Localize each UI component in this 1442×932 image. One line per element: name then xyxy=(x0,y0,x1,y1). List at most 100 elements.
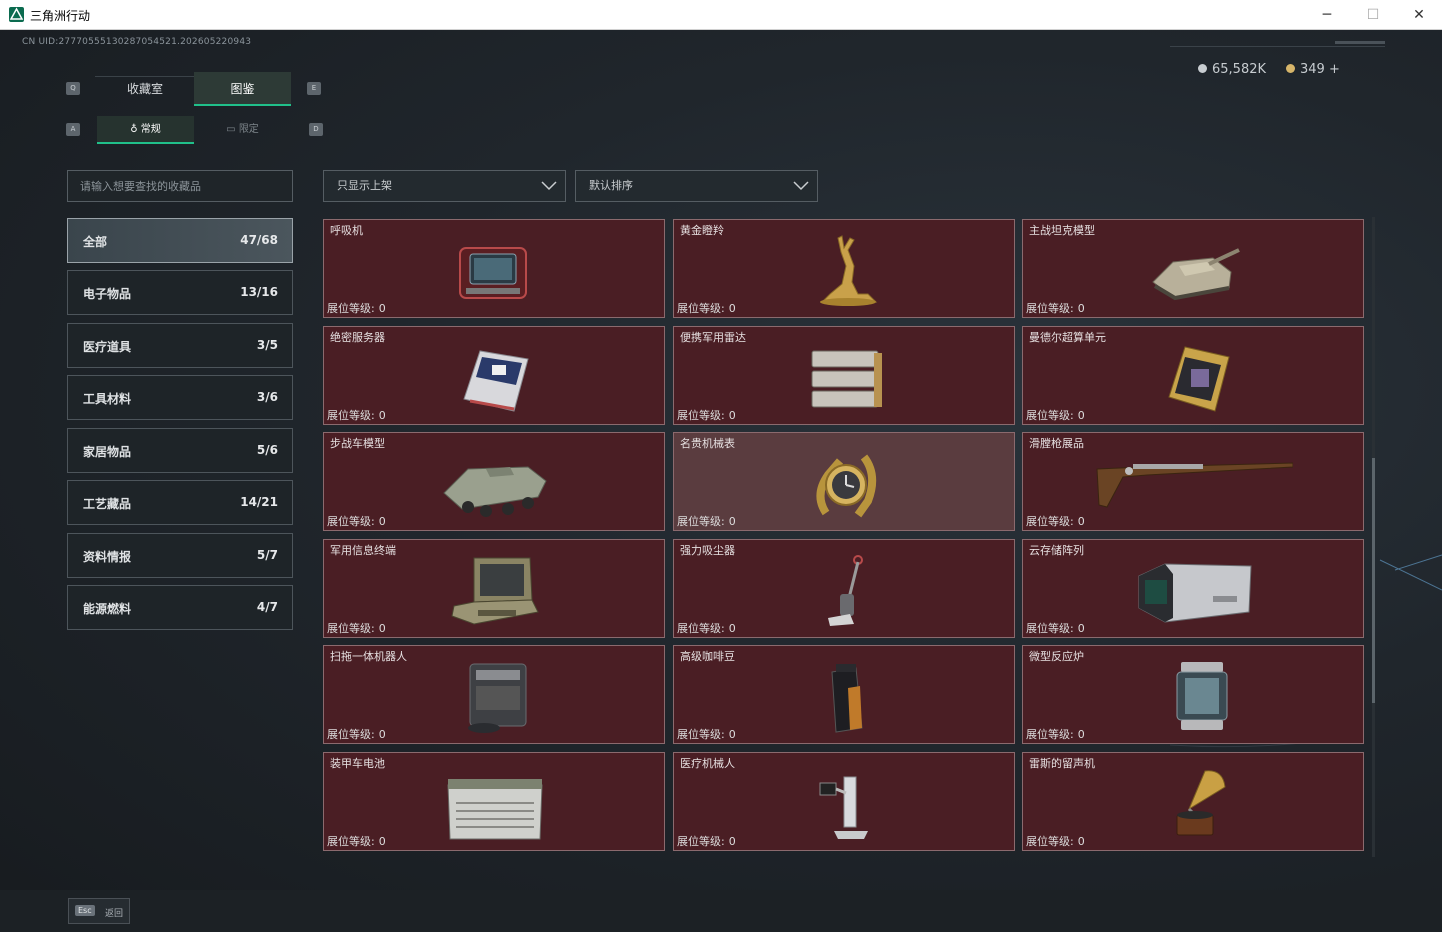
key-hint-q: Q xyxy=(66,82,80,95)
item-level: 展位等级: 0 xyxy=(327,728,386,741)
radar-icon xyxy=(811,350,882,408)
search-box[interactable] xyxy=(67,170,293,202)
back-button[interactable]: Esc 返回 xyxy=(68,898,130,924)
item-card-respirator[interactable]: 呼吸机 展位等级: 0 xyxy=(323,219,665,318)
category-count: 4/7 xyxy=(256,600,278,614)
gold-coin-icon xyxy=(1286,64,1295,73)
item-name: 装甲车电池 xyxy=(330,757,385,770)
category-electronics[interactable]: 电子物品 13/16 xyxy=(67,270,293,315)
minimize-button[interactable]: ─ xyxy=(1304,0,1350,30)
sort-value: 默认排序 xyxy=(589,179,633,192)
window-titlebar: 三角洲行动 ─ ☐ ✕ xyxy=(0,0,1442,30)
item-name: 主战坦克模型 xyxy=(1029,224,1095,237)
category-name: 电子物品 xyxy=(83,287,132,301)
key-hint-e: E xyxy=(307,82,321,95)
item-level: 展位等级: 0 xyxy=(327,302,386,315)
category-intel[interactable]: 资料情报 5/7 xyxy=(67,533,293,578)
key-hint-a: A xyxy=(66,123,80,136)
item-card-portable-radar[interactable]: 便携军用雷达 展位等级: 0 xyxy=(673,326,1015,425)
silver-coin-icon xyxy=(1198,64,1207,73)
item-card-micro-reactor[interactable]: 微型反应炉 展位等级: 0 xyxy=(1022,645,1364,744)
category-count: 3/6 xyxy=(256,390,278,404)
item-name: 强力吸尘器 xyxy=(680,544,735,557)
item-level: 展位等级: 0 xyxy=(677,728,736,741)
musket-icon xyxy=(1096,462,1293,508)
item-level: 展位等级: 0 xyxy=(677,622,736,635)
item-card-military-terminal[interactable]: 军用信息终端 展位等级: 0 xyxy=(323,539,665,638)
item-name: 曼德尔超算单元 xyxy=(1029,331,1106,344)
maximize-button[interactable]: ☐ xyxy=(1350,0,1396,30)
category-count: 5/7 xyxy=(256,548,278,562)
category-name: 能源燃料 xyxy=(83,602,132,616)
item-level: 展位等级: 0 xyxy=(1026,515,1085,528)
category-count: 13/16 xyxy=(240,285,278,299)
category-name: 资料情报 xyxy=(83,550,132,564)
item-card-supercomputer[interactable]: 曼德尔超算单元 展位等级: 0 xyxy=(1022,326,1364,425)
item-card-cloud-storage-array[interactable]: 云存储阵列 展位等级: 0 xyxy=(1022,539,1364,638)
item-card-robot-mop[interactable]: 扫拖一体机器人 展位等级: 0 xyxy=(323,645,665,744)
subtab-regular[interactable]: ♁ 常规 xyxy=(97,116,194,144)
item-card-musket[interactable]: 滑膛枪展品 展位等级: 0 xyxy=(1022,432,1364,531)
item-level: 展位等级: 0 xyxy=(677,409,736,422)
category-count: 5/6 xyxy=(256,443,278,457)
category-name: 工艺藏品 xyxy=(83,497,132,511)
item-card-power-vacuum[interactable]: 强力吸尘器 展位等级: 0 xyxy=(673,539,1015,638)
supercomputer-icon xyxy=(1168,346,1230,412)
item-card-secret-server[interactable]: 绝密服务器 展位等级: 0 xyxy=(323,326,665,425)
item-card-medical-robot[interactable]: 医疗机械人 展位等级: 0 xyxy=(673,752,1015,851)
subtab-limited-label: 限定 xyxy=(238,124,259,135)
sort-dropdown[interactable]: 默认排序 xyxy=(575,170,818,202)
tab-codex[interactable]: 图鉴 xyxy=(194,72,291,106)
user-uid: CN UID:27770555130287054521.202605220943 xyxy=(22,37,252,47)
category-name: 医疗道具 xyxy=(83,340,132,354)
item-card-gramophone[interactable]: 雷斯的留声机 展位等级: 0 xyxy=(1022,752,1364,851)
category-medical[interactable]: 医疗道具 3/5 xyxy=(67,323,293,368)
esc-key-hint: Esc xyxy=(75,905,95,916)
category-name: 工具材料 xyxy=(83,392,132,406)
item-name: 微型反应炉 xyxy=(1029,650,1084,663)
server-icon xyxy=(463,350,529,412)
item-name: 医疗机械人 xyxy=(680,757,735,770)
search-input[interactable] xyxy=(80,171,280,201)
item-level: 展位等级: 0 xyxy=(1026,409,1085,422)
flame-icon: ♁ xyxy=(130,124,141,135)
item-name: 雷斯的留声机 xyxy=(1029,757,1095,770)
item-name: 黄金瞪羚 xyxy=(680,224,724,237)
item-name: 滑膛枪展品 xyxy=(1029,437,1084,450)
ifv-model-icon xyxy=(443,466,547,517)
gold-amount: 349 + xyxy=(1300,62,1340,77)
category-tools[interactable]: 工具材料 3/6 xyxy=(67,375,293,420)
game-stage: CN UID:27770555130287054521.202605220943… xyxy=(0,30,1442,932)
item-card-armored-battery[interactable]: 装甲车电池 展位等级: 0 xyxy=(323,752,665,851)
category-energy[interactable]: 能源燃料 4/7 xyxy=(67,585,293,630)
item-level: 展位等级: 0 xyxy=(327,409,386,422)
tab-collection-room[interactable]: 收藏室 xyxy=(96,72,194,106)
item-card-gold-gazelle[interactable]: 黄金瞪羚 展位等级: 0 xyxy=(673,219,1015,318)
respirator-icon xyxy=(459,247,527,299)
medical-robot-icon xyxy=(819,776,868,839)
category-count: 14/21 xyxy=(240,495,278,509)
item-name: 步战车模型 xyxy=(330,437,385,450)
category-crafts[interactable]: 工艺藏品 14/21 xyxy=(67,480,293,525)
subtab-limited[interactable]: ▭ 限定 xyxy=(194,116,291,144)
header-accent xyxy=(1335,41,1385,44)
subtab-regular-label: 常规 xyxy=(140,124,161,135)
item-level: 展位等级: 0 xyxy=(1026,835,1085,848)
close-button[interactable]: ✕ xyxy=(1396,0,1442,30)
item-card-tank-model[interactable]: 主战坦克模型 展位等级: 0 xyxy=(1022,219,1364,318)
grid-scrollbar-thumb[interactable] xyxy=(1372,458,1375,703)
item-card-luxury-watch[interactable]: 名贵机械表 展位等级: 0 xyxy=(673,432,1015,531)
item-name: 云存储阵列 xyxy=(1029,544,1084,557)
category-household[interactable]: 家居物品 5/6 xyxy=(67,428,293,473)
item-card-premium-coffee[interactable]: 高级咖啡豆 展位等级: 0 xyxy=(673,645,1015,744)
item-level: 展位等级: 0 xyxy=(327,515,386,528)
currency-gold[interactable]: 349 + xyxy=(1286,62,1340,77)
item-card-ifv-model[interactable]: 步战车模型 展位等级: 0 xyxy=(323,432,665,531)
item-name: 扫拖一体机器人 xyxy=(330,650,407,663)
currency-silver: 65,582K xyxy=(1198,62,1266,77)
item-name: 呼吸机 xyxy=(330,224,363,237)
card-icon: ▭ xyxy=(226,124,239,135)
category-all[interactable]: 全部 47/68 xyxy=(67,218,293,263)
item-level: 展位等级: 0 xyxy=(1026,302,1085,315)
availability-filter-dropdown[interactable]: 只显示上架 xyxy=(323,170,566,202)
